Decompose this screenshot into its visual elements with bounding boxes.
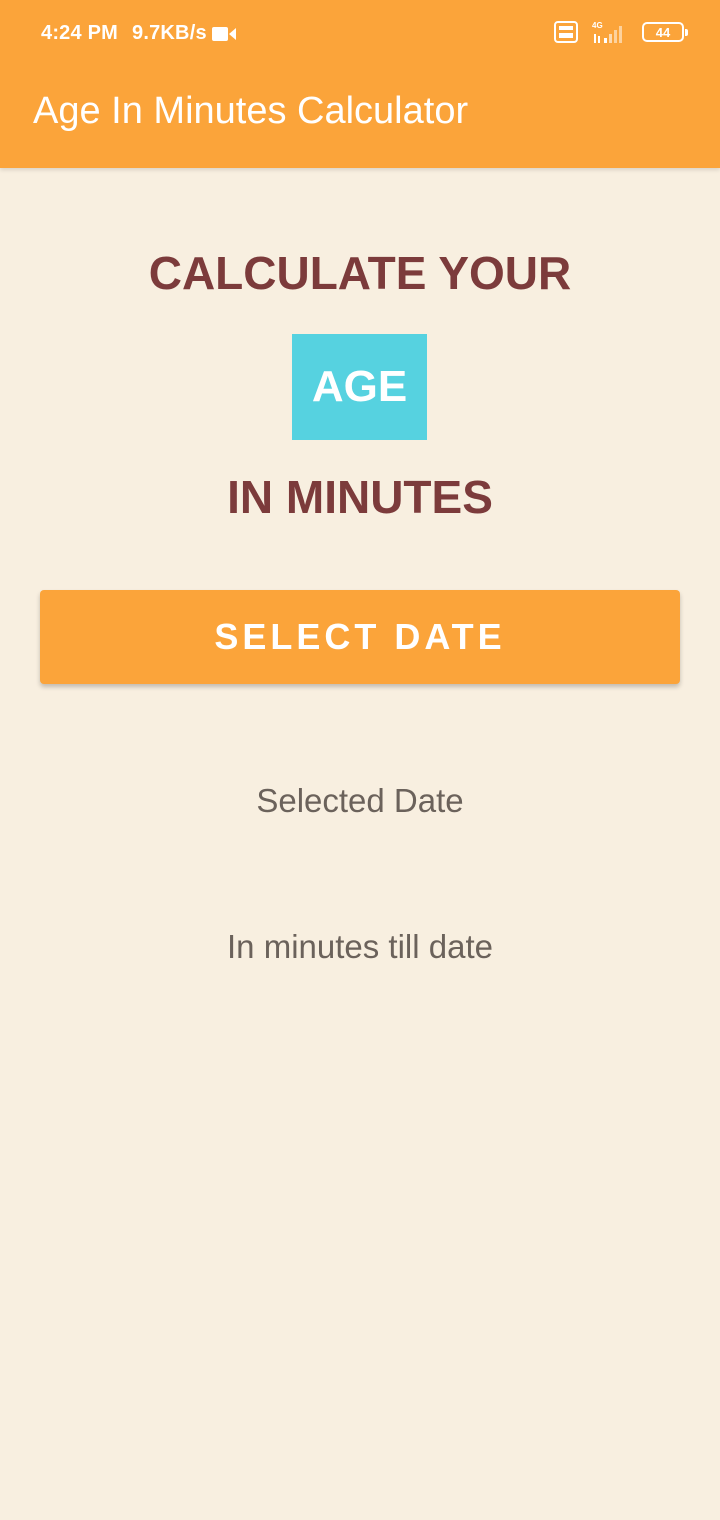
status-left: 4:24 PM 9.7KB/s (41, 22, 237, 45)
battery-icon: 44 (642, 22, 688, 42)
heading-calculate-your: CALCULATE YOUR (148, 247, 572, 299)
status-net: 9.7KB/s (132, 22, 237, 45)
heading-in-minutes: IN MINUTES (227, 471, 493, 523)
status-bar: 4:24 PM 9.7KB/s 4G 44 (0, 0, 720, 72)
volte-icon (554, 21, 578, 43)
minutes-till-date-text: In minutes till date (227, 928, 493, 965)
select-date-button[interactable]: SELECT DATE (40, 590, 680, 684)
net-speed: 9.7KB/s (132, 22, 207, 44)
app-bar: 4:24 PM 9.7KB/s 4G 44 Age In Minutes Cal… (0, 0, 720, 168)
network-type-label: 4G (592, 21, 603, 30)
app-title: Age In Minutes Calculator (33, 90, 469, 132)
status-time: 4:24 PM (41, 22, 118, 44)
video-camera-icon (211, 26, 236, 41)
age-label: AGE (311, 362, 408, 411)
signal-4g-icon: 4G (592, 21, 622, 43)
status-right: 4G 44 (554, 20, 688, 44)
age-highlight-box: AGE (292, 334, 427, 440)
selected-date-text: Selected Date (256, 782, 464, 819)
battery-level: 44 (655, 24, 671, 40)
